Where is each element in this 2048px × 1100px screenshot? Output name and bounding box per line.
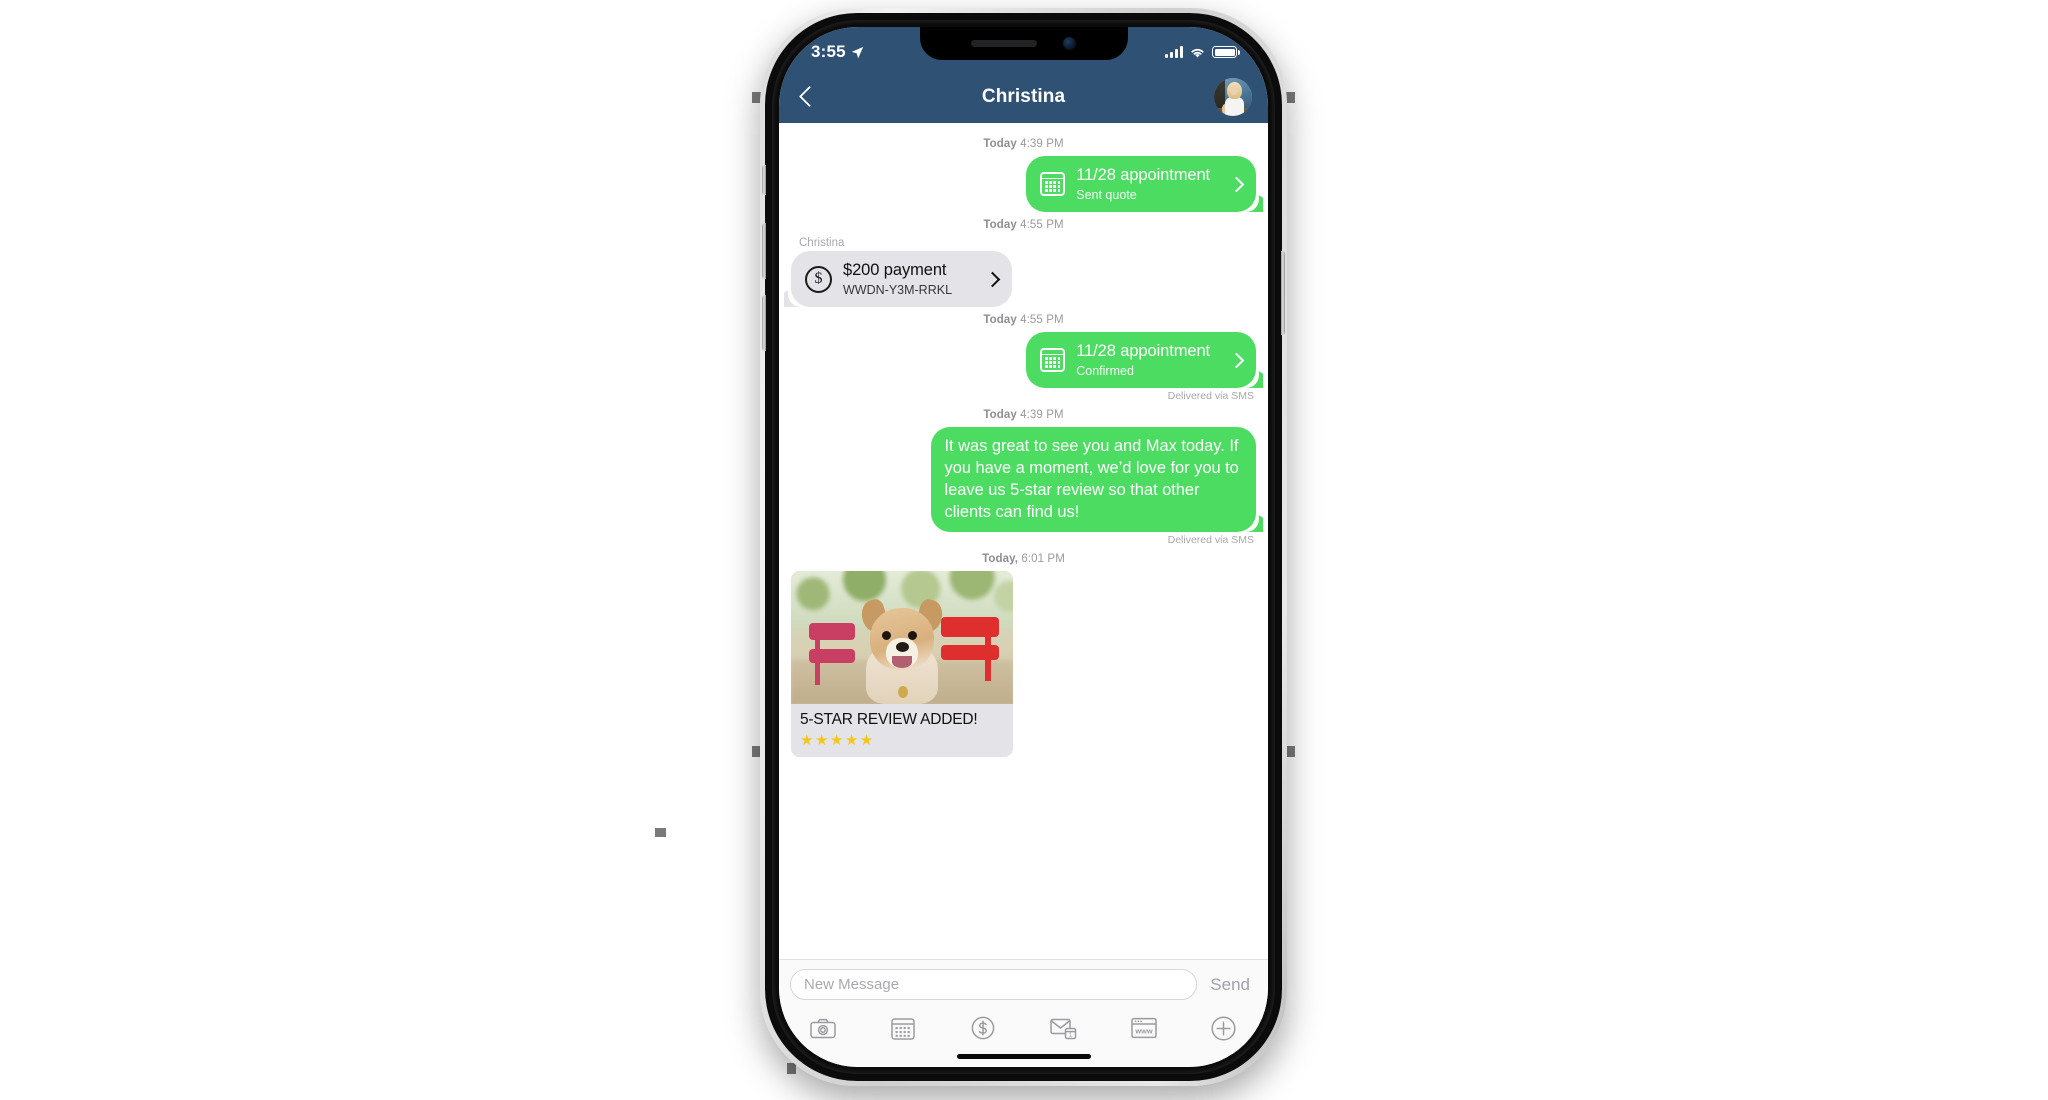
timestamp-divider: Today, 6:01 PM (982, 553, 1065, 566)
bubble-tail (1246, 193, 1263, 212)
front-camera-icon (1063, 37, 1076, 50)
volume-up-button[interactable] (762, 223, 766, 279)
dollar-circle-icon: $ (805, 265, 832, 293)
plus-circle-icon[interactable] (1207, 1013, 1241, 1043)
screenshot-canvas: 3:55 Christina Today 4:39 PM 11/28 appoi… (0, 0, 2048, 1100)
chevron-right-icon (1228, 176, 1245, 192)
delivery-status: Delivered via SMS (1167, 534, 1254, 547)
avatar[interactable] (1214, 78, 1252, 116)
volume-down-button[interactable] (762, 295, 766, 351)
send-button[interactable]: Send (1201, 975, 1257, 995)
crop-mark (1286, 92, 1295, 103)
payment-card[interactable]: $ $200 payment WWDN-Y3M-RRKL (791, 251, 1013, 308)
appointment-subtitle: Confirmed (1076, 364, 1134, 379)
outgoing-message-group: It was great to see you and Max today. I… (791, 427, 1256, 546)
battery-icon (1212, 46, 1237, 58)
mute-switch[interactable] (762, 165, 766, 195)
envelope-calendar-icon[interactable]: 1 (1047, 1013, 1081, 1043)
timestamp-divider: Today 4:55 PM (983, 219, 1064, 232)
star-rating: ★★★★★ (800, 732, 875, 750)
message-row: $ $200 payment WWDN-Y3M-RRKL (791, 251, 1256, 308)
cellular-signal-icon (1165, 46, 1183, 58)
message-body: It was great to see you and Max today. I… (944, 437, 1239, 521)
timestamp-divider: Today 4:55 PM (983, 314, 1064, 327)
timestamp-divider: Today 4:39 PM (983, 138, 1064, 150)
wifi-icon (1191, 48, 1204, 58)
appointment-title: 11/28 appointment (1076, 166, 1210, 184)
message-row: It was great to see you and Max today. I… (791, 427, 1256, 533)
appointment-card-sent-quote[interactable]: 11/28 appointment Sent quote (1026, 156, 1256, 213)
photo-caption: 5-STAR REVIEW ADDED! (800, 711, 978, 729)
calendar-icon (1040, 172, 1066, 197)
delivery-status: Delivered via SMS (1167, 390, 1254, 403)
earpiece-speaker (971, 40, 1037, 47)
message-row: 11/28 appointment Confirmed (791, 332, 1256, 389)
payment-reference: WWDN-Y3M-RRKL (843, 283, 953, 298)
notch (919, 27, 1128, 60)
message-row: 11/28 appointment Sent quote (791, 156, 1256, 213)
home-indicator[interactable] (956, 1054, 1091, 1059)
power-button[interactable] (1281, 251, 1285, 335)
chevron-right-icon (984, 271, 1001, 287)
calendar-icon (1040, 348, 1066, 373)
svg-text:www: www (1134, 1026, 1152, 1035)
crop-mark (1286, 746, 1295, 757)
status-bar-right (1165, 46, 1240, 59)
calendar-icon[interactable] (886, 1013, 920, 1043)
chevron-right-icon (1228, 352, 1245, 369)
phone-screen: 3:55 Christina Today 4:39 PM 11/28 appoi… (779, 27, 1268, 1067)
message-row: 5-STAR REVIEW ADDED! ★★★★★ (791, 571, 1256, 758)
bubble-tail (1246, 513, 1263, 532)
phone-device: 3:55 Christina Today 4:39 PM 11/28 appoi… (760, 8, 1287, 1086)
puppy-photo (791, 571, 1013, 705)
appointment-subtitle: Sent quote (1076, 188, 1137, 203)
dollar-circle-icon[interactable] (966, 1013, 1000, 1043)
photo-message-card[interactable]: 5-STAR REVIEW ADDED! ★★★★★ (791, 571, 1013, 758)
incoming-message-group: Christina $ $200 payment WWDN-Y3M-RRKL (791, 237, 1256, 308)
www-browser-icon[interactable]: www (1127, 1013, 1161, 1043)
composer-toolbar: 1 www (790, 1000, 1257, 1043)
appointment-card-confirmed[interactable]: 11/28 appointment Confirmed (1026, 332, 1256, 389)
timestamp-divider: Today 4:39 PM (983, 409, 1064, 422)
appointment-title: 11/28 appointment (1076, 342, 1210, 361)
bubble-tail (1246, 369, 1263, 388)
crop-mark (655, 828, 666, 837)
page-title: Christina (981, 86, 1066, 107)
sender-name: Christina (799, 237, 845, 250)
text-message-bubble[interactable]: It was great to see you and Max today. I… (930, 427, 1256, 533)
clock-label: 3:55 (811, 42, 846, 61)
payment-title: $200 payment (843, 261, 947, 280)
camera-icon[interactable] (806, 1013, 840, 1043)
nav-header: Christina (779, 71, 1268, 123)
outgoing-message-group: 11/28 appointment Confirmed Delivered vi… (791, 332, 1256, 402)
message-input[interactable] (790, 969, 1198, 1000)
location-arrow-icon (851, 46, 864, 58)
bubble-tail (784, 288, 801, 307)
message-thread[interactable]: Today 4:39 PM 11/28 appointment Sent quo… (779, 123, 1268, 959)
message-composer: Send (779, 959, 1268, 1067)
status-bar-left: 3:55 (811, 42, 864, 62)
